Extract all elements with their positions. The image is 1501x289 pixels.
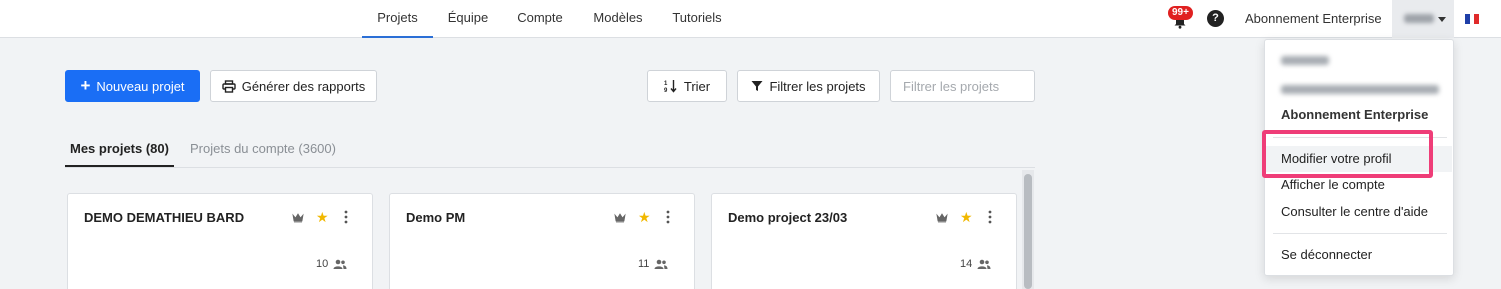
sort-icon: 1 9 [664, 80, 677, 93]
redacted-user-email [1281, 85, 1439, 94]
user-menu-button[interactable] [1392, 0, 1454, 38]
generate-reports-button[interactable]: Générer des rapports [210, 70, 377, 102]
sort-button[interactable]: 1 9 Trier [647, 70, 727, 102]
users-icon [654, 259, 668, 269]
users-icon [977, 259, 991, 269]
edit-profile-item[interactable]: Modifier votre profil [1281, 151, 1392, 166]
question-icon[interactable]: ? [1207, 10, 1224, 27]
member-count-value: 14 [960, 258, 973, 270]
tab-equipe[interactable]: Équipe [440, 0, 496, 38]
tab-projets[interactable]: Projets [362, 0, 433, 38]
generate-reports-label: Générer des rapports [241, 78, 366, 94]
more-options-icon[interactable] [988, 210, 992, 224]
star-icon[interactable]: ★ [960, 210, 973, 224]
user-dropdown-menu: Abonnement Enterprise Modifier votre pro… [1264, 39, 1454, 276]
notifications-button[interactable]: 99+ [1168, 6, 1194, 32]
logout-item[interactable]: Se déconnecter [1281, 247, 1372, 262]
member-count-value: 11 [638, 258, 650, 270]
member-count-value: 10 [316, 258, 329, 270]
star-icon[interactable]: ★ [638, 210, 651, 224]
dropdown-divider [1273, 233, 1447, 234]
project-card[interactable]: Demo PM ★ 11 [389, 193, 695, 289]
svg-text:1: 1 [664, 81, 668, 87]
project-name: DEMO DEMATHIEU BARD [84, 210, 245, 225]
tab-account-projects[interactable]: Projets du compte (3600) [190, 141, 336, 167]
crown-icon [292, 213, 304, 223]
help-center-item[interactable]: Consulter le centre d'aide [1281, 204, 1428, 219]
users-icon [333, 259, 347, 269]
filter-icon [751, 81, 763, 91]
dropdown-divider [1273, 137, 1447, 138]
tabs-divider [65, 167, 1035, 168]
member-count: 14 [960, 258, 991, 270]
filter-projects-button[interactable]: Filtrer les projets [737, 70, 880, 102]
flag-fr-icon[interactable] [1465, 14, 1480, 24]
username-redacted [1404, 14, 1434, 23]
caret-down-icon [1438, 17, 1446, 22]
tab-modeles[interactable]: Modèles [585, 0, 651, 38]
project-card[interactable]: DEMO DEMATHIEU BARD ★ 10 [67, 193, 373, 289]
new-project-button[interactable]: + Nouveau projet [65, 70, 200, 102]
project-card[interactable]: Demo project 23/03 ★ 14 [711, 193, 1017, 289]
tab-my-projects[interactable]: Mes projets (80) [65, 141, 174, 167]
member-count: 10 [316, 258, 347, 270]
sort-label: Trier [683, 78, 711, 94]
more-options-icon[interactable] [666, 210, 670, 224]
plus-icon: + [80, 76, 91, 95]
projects-scrollbar[interactable] [1022, 170, 1034, 289]
member-count: 11 [638, 258, 668, 270]
notification-count-badge: 99+ [1168, 6, 1193, 20]
printer-icon [222, 79, 236, 93]
project-name: Demo PM [406, 210, 466, 225]
new-project-label: Nouveau projet [96, 78, 185, 94]
dropdown-plan-label: Abonnement Enterprise [1281, 107, 1429, 122]
crown-icon [614, 213, 626, 223]
subscription-plan-label: Abonnement Enterprise [1245, 11, 1382, 26]
tab-compte[interactable]: Compte [509, 0, 571, 38]
filter-projects-label: Filtrer les projets [769, 78, 866, 94]
tab-tutoriels[interactable]: Tutoriels [664, 0, 730, 38]
redacted-user-name [1281, 56, 1329, 65]
more-options-icon[interactable] [344, 210, 348, 224]
view-account-item[interactable]: Afficher le compte [1281, 177, 1385, 192]
star-icon[interactable]: ★ [316, 210, 329, 224]
scrollbar-thumb[interactable] [1024, 174, 1032, 289]
crown-icon [936, 213, 948, 223]
filter-projects-input[interactable] [890, 70, 1035, 102]
top-navigation-bar: Projets Équipe Compte Modèles Tutoriels … [0, 0, 1501, 38]
svg-text:9: 9 [664, 88, 668, 93]
project-name: Demo project 23/03 [728, 210, 848, 225]
